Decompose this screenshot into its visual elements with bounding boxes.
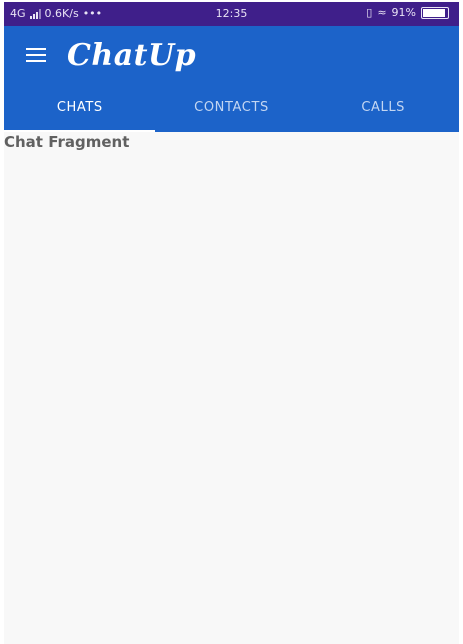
phone-screen: 4G 0.6K/s ••• 12:35 ▯ ≈ 91% ChatUp CHATS… — [4, 2, 459, 644]
status-bar: 4G 0.6K/s ••• 12:35 ▯ ≈ 91% — [4, 2, 459, 26]
tab-contacts[interactable]: CONTACTS — [156, 86, 308, 132]
status-right: ▯ ≈ 91% — [366, 6, 449, 19]
menu-icon[interactable] — [26, 48, 46, 64]
tab-chats[interactable]: CHATS — [4, 86, 156, 132]
vibrate-icon: ▯ — [366, 6, 373, 19]
tab-bar: CHATS CONTACTS CALLS — [4, 86, 459, 132]
battery-level: 91% — [391, 6, 416, 19]
chat-fragment: Chat Fragment — [4, 132, 459, 644]
app-bar: ChatUp — [4, 26, 459, 86]
tab-calls[interactable]: CALLS — [307, 86, 459, 132]
app-title: ChatUp — [67, 38, 197, 73]
wifi-icon: ≈ — [377, 6, 387, 19]
fragment-label: Chat Fragment — [4, 133, 130, 151]
battery-icon — [421, 6, 449, 19]
